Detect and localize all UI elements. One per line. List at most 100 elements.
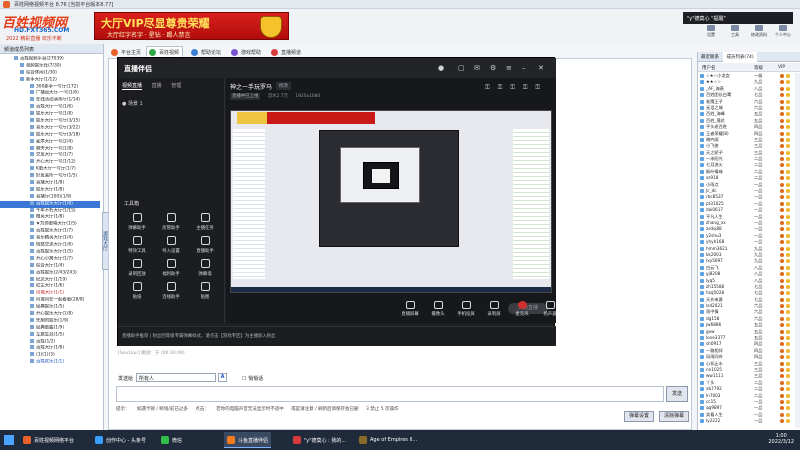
- stream-app-titlebar[interactable]: 直播伴侣 ● ▢ ✉ ⚙ ≡ – ✕: [118, 58, 556, 78]
- channel-tree-item[interactable]: 交友大厅一号(1/7): [0, 152, 100, 159]
- channel-tree-item[interactable]: 纪念大厅(1/19): [0, 276, 100, 284]
- settings-icon[interactable]: ⚙: [490, 64, 496, 72]
- channel-tree-item[interactable]: 音乐大厅一号厅(3/22): [0, 124, 100, 132]
- avatar[interactable]: ●: [438, 64, 444, 72]
- taskbar-item[interactable]: 斗鱼直播伴侣: [224, 432, 272, 448]
- scene-item[interactable]: ● 场景 1: [122, 100, 143, 107]
- channel-tree-item[interactable]: 红尘大厅(1/6): [0, 283, 100, 290]
- site-logo[interactable]: 百姓视频网 HD.FXT365.COM 2022 精彩直播 欢乐不断: [2, 12, 92, 44]
- send-button[interactable]: 发送: [666, 386, 688, 402]
- clear-danmaku-button[interactable]: 清除弹幕: [659, 411, 689, 422]
- source-tool-button[interactable]: 手机投屏: [452, 301, 480, 317]
- font-button[interactable]: A: [218, 373, 227, 382]
- channel-tree-item[interactable]: 娱乐大厅一号厅(3/15): [0, 118, 100, 125]
- title-bar[interactable]: 百姓网络视频平台 8.76 [当前平台版本8.77]: [0, 0, 800, 9]
- channel-tree-item[interactable]: 百姓大厅(1/6): [0, 345, 100, 352]
- channel-tree-item[interactable]: 直播厅(100)(1/9): [0, 193, 100, 201]
- private-checkbox[interactable]: ☐ 悄悄话: [242, 375, 263, 382]
- channel-tree-item[interactable]: 百姓视频平台(27039): [0, 56, 100, 63]
- settings-button[interactable]: 设置: [700, 25, 722, 38]
- channel-tree-item[interactable]: 在线活动演示厅(1/14): [0, 97, 100, 104]
- source-tool-button[interactable]: 直播屏幕: [396, 301, 424, 317]
- personal-center-button[interactable]: 个人中心: [772, 25, 794, 38]
- channel-tree-item[interactable]: 军旅生涯(1/5): [0, 331, 100, 339]
- tab-members[interactable]: 成员列表(74): [723, 52, 757, 62]
- tab-video[interactable]: 百姓视频: [146, 46, 184, 57]
- close-icon[interactable]: ✕: [538, 64, 544, 72]
- channel-tree-item[interactable]: 音乐精英大厅(1/4): [0, 235, 100, 242]
- channel-tree-item[interactable]: 直播大厅(1/8): [0, 180, 100, 187]
- tools-button[interactable]: 工具: [724, 25, 746, 38]
- footer-notice[interactable]: 直播助手推荐 | 粉丝团等级专属弹幕样式，请点击【游戏专区】为主播加入粉丝: [122, 333, 276, 339]
- source-tool-button[interactable]: 麦克风: [508, 301, 536, 317]
- edit-profile-button[interactable]: 修改资料: [748, 25, 770, 38]
- channel-tree-item[interactable]: 经典娱乐(1/5): [0, 304, 100, 311]
- channel-tree-item[interactable]: 百姓娱乐大厅(1/6): [0, 200, 100, 208]
- channel-tree-item[interactable]: 综合大厅(1/4): [0, 262, 100, 270]
- danmaku-settings-button[interactable]: 弹幕设置: [624, 411, 654, 422]
- windows-start-icon[interactable]: [4, 435, 14, 445]
- channel-tree-item[interactable]: 百姓(1/2): [0, 338, 100, 346]
- channel-tree-item[interactable]: (1)(1)(3): [0, 352, 100, 359]
- vip-banner[interactable]: 大厅VIP尽显尊贵荣耀 大厅红字名字 · 星钻 · 踢人禁言: [94, 12, 289, 40]
- user-row[interactable]: ly2222 一品: [698, 418, 794, 424]
- source-tool-button[interactable]: 扬声器: [536, 301, 564, 317]
- channel-tree-item[interactable]: 娱乐大厅(1/8): [0, 186, 100, 194]
- channel-tree-item[interactable]: 千年不朽大厅(1/15): [0, 207, 100, 215]
- channel-tree-item[interactable]: 聊天大厅一号(1/8): [0, 145, 100, 153]
- channel-tree-item[interactable]: 百姓大厅一号(1/6): [0, 104, 100, 111]
- channel-tree-item[interactable]: 新手大厅(1/12): [0, 76, 100, 84]
- channel-tree-item[interactable]: 开心娱乐大厅(1/8): [0, 310, 100, 318]
- toolbox-item[interactable]: 直播助手: [188, 236, 222, 254]
- toolbox-item[interactable]: 福利助手: [154, 259, 188, 277]
- channel-tree-item[interactable]: 百姓娱乐大厅(1/5): [0, 248, 100, 256]
- channel-tree-item[interactable]: 好友会所一号厅(1/5): [0, 173, 100, 180]
- skin-icon[interactable]: ▢: [458, 64, 465, 72]
- channel-tree-item[interactable]: 先期的娱乐(1/9): [0, 317, 100, 325]
- channel-tree-item[interactable]: 娱乐大厅一号厅(3/18): [0, 131, 100, 139]
- preview-controls[interactable]: ⚿⚿⚿⚿⚿: [485, 84, 548, 92]
- user-list-scrollbar[interactable]: [795, 73, 800, 428]
- channel-tree-item[interactable]: 300新手一号厅(172): [0, 83, 100, 91]
- channel-tree-item[interactable]: K歌大厅一号厅(1/7): [0, 166, 100, 173]
- toolbox-item[interactable]: 录制回放: [120, 259, 154, 277]
- tab-recent[interactable]: 最近联系: [698, 52, 722, 62]
- tab-game-help[interactable]: 游戏帮助: [228, 46, 265, 57]
- channel-tree-item[interactable]: 广播台大厅-一号(1/6): [0, 90, 100, 97]
- taskbar-item[interactable]: 微信: [158, 432, 185, 448]
- channel-tree-item[interactable]: 百姓娱乐大厅(1/7): [0, 228, 100, 235]
- tab-forum[interactable]: 帮助论坛: [188, 46, 225, 57]
- system-clock[interactable]: 1:00 2022/3/12: [768, 433, 794, 445]
- edit-room-button[interactable]: 修改: [276, 82, 291, 90]
- recipient-select[interactable]: 所有人: [136, 373, 216, 382]
- source-tool-button[interactable]: 录制屏: [480, 301, 508, 317]
- channel-tree-item[interactable]: 麦序大厅一号(2/4): [0, 138, 100, 146]
- channel-tree-item[interactable]: 综合休闲(1/30): [0, 69, 100, 77]
- channel-tree-item[interactable]: 精英大厅(1/8): [0, 214, 100, 221]
- channel-tree-item[interactable]: 百姓娱乐(2/43/243): [0, 269, 100, 277]
- channel-tree-item[interactable]: 娱乐大厅一号(1/8): [0, 111, 100, 118]
- menu-icon[interactable]: ≡: [506, 64, 512, 72]
- tab-live[interactable]: 直播: [152, 83, 162, 89]
- stream-preview[interactable]: [230, 110, 552, 293]
- tab-home[interactable]: 平台主页: [108, 46, 145, 57]
- channel-tree-item[interactable]: ★为你歌唱大厅(1/5): [0, 221, 100, 228]
- toolbox-item[interactable]: 贴图: [188, 282, 222, 300]
- tab-video-live[interactable]: 视频直播: [122, 83, 143, 90]
- toolbox-item[interactable]: 主播任务: [188, 213, 222, 231]
- minimize-icon[interactable]: –: [522, 64, 526, 72]
- toolbox-item[interactable]: 弹幕墙: [188, 259, 222, 277]
- channel-tree-item[interactable]: 情感交流大厅(1/6): [0, 242, 100, 249]
- channel-tree-item[interactable]: 开心小窝大厅(1/7): [0, 255, 100, 263]
- toolbox-item[interactable]: 房管助手: [154, 213, 188, 231]
- taskbar-item[interactable]: "y"德莫心 : 我的...: [290, 432, 349, 448]
- channel-tree-item[interactable]: 视频娱乐社(7/30): [0, 62, 100, 70]
- channel-tree-item[interactable]: 百姓欢乐(1/1): [0, 359, 100, 366]
- taskbar-item[interactable]: Age of Empires II...: [356, 432, 420, 448]
- source-tool-button[interactable]: 摄像头: [424, 301, 452, 317]
- channel-tree-item[interactable]: 经典歌曲(1/9): [0, 324, 100, 332]
- toolbox-item[interactable]: 导入设置: [154, 236, 188, 254]
- channel-tree-item[interactable]: 开心大厅一号(1/12): [0, 159, 100, 166]
- tab-manage[interactable]: 管理: [171, 83, 181, 89]
- tab-live-channel[interactable]: 直播频道: [268, 46, 305, 57]
